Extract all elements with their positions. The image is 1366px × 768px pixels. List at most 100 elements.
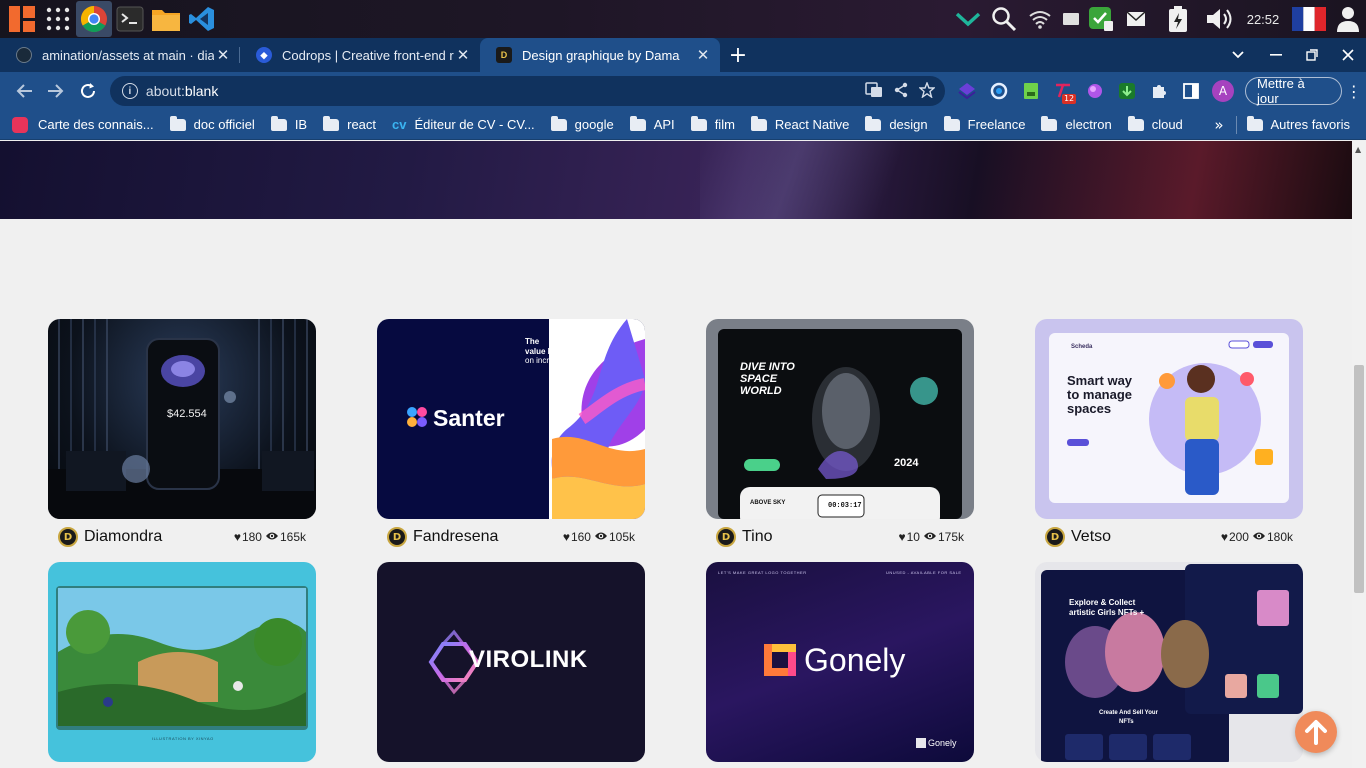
minimize-icon[interactable] xyxy=(1258,38,1294,72)
author-avatar[interactable]: D xyxy=(387,527,407,547)
bookmark-folder-cloud[interactable]: cloud xyxy=(1127,115,1183,132)
mail-icon[interactable] xyxy=(1118,0,1154,38)
files-icon[interactable] xyxy=(148,1,184,37)
launcher-icon[interactable] xyxy=(4,1,40,37)
bookmark-folder-react-native[interactable]: React Native xyxy=(750,115,849,132)
card-thumbnail[interactable]: LET'S MAKE GREAT LOGO TOGETHER UNUSED - … xyxy=(706,562,974,762)
search-icon[interactable] xyxy=(986,0,1022,38)
battery-icon[interactable] xyxy=(1058,0,1084,38)
gallery-card[interactable]: $42.554 D Diamondra ♥ 180 165k xyxy=(48,319,316,562)
close-icon[interactable]: ✕ xyxy=(694,46,712,64)
bookmark-carte[interactable]: Carte des connais... xyxy=(12,116,154,133)
bookmark-folder-film[interactable]: film xyxy=(690,115,735,132)
gallery-card[interactable]: Scheda Smart way to manage spaces D Vets… xyxy=(1035,319,1303,562)
side-panel-icon[interactable] xyxy=(1175,75,1207,107)
reload-button[interactable] xyxy=(72,75,104,107)
heart-icon[interactable]: ♥ xyxy=(1221,530,1228,544)
folder-icon xyxy=(865,115,882,131)
page-scrollbar[interactable]: ▲ xyxy=(1352,141,1366,768)
translate-icon[interactable] xyxy=(865,81,883,101)
extension-sheet-icon[interactable] xyxy=(1015,75,1047,107)
card-thumbnail[interactable]: Scheda Smart way to manage spaces xyxy=(1035,319,1303,519)
bookmark-editeur-cv[interactable]: cv Éditeur de CV - CV... xyxy=(392,117,535,132)
bookmark-folder-design[interactable]: design xyxy=(865,115,928,132)
bookmark-star-icon[interactable] xyxy=(918,80,937,101)
bookmark-label: cloud xyxy=(1151,117,1183,132)
bookmark-folder-google[interactable]: google xyxy=(550,115,614,132)
gallery-card[interactable]: VIROLINK xyxy=(377,562,645,762)
author-avatar[interactable]: D xyxy=(716,527,736,547)
author-avatar[interactable]: D xyxy=(1045,527,1065,547)
extension-layers-icon[interactable] xyxy=(951,75,983,107)
app-grid-icon[interactable] xyxy=(40,1,76,37)
user-icon[interactable] xyxy=(1330,0,1366,38)
extension-download-icon[interactable] xyxy=(1111,75,1143,107)
terminal-icon[interactable] xyxy=(112,1,148,37)
bookmark-folder-ib[interactable]: IB xyxy=(270,115,307,132)
tab-codrops[interactable]: ◆ Codrops | Creative front-end re ✕ xyxy=(240,38,480,72)
arrow-up-icon xyxy=(1305,720,1327,745)
card-thumbnail[interactable]: $42.554 xyxy=(48,319,316,519)
chrome-icon[interactable] xyxy=(76,1,112,37)
close-icon[interactable]: ✕ xyxy=(454,46,472,64)
vscode-icon[interactable] xyxy=(184,1,220,37)
bookmark-folder-doc-officiel[interactable]: doc officiel xyxy=(169,115,255,132)
close-window-icon[interactable] xyxy=(1330,38,1366,72)
extension-blob-icon[interactable] xyxy=(1079,75,1111,107)
artwork-headline-2: artistic Girls NFTs + xyxy=(1069,608,1145,617)
wifi-icon[interactable] xyxy=(1022,0,1058,38)
gallery-card[interactable]: DIVE INTO SPACE WORLD 2024 ABOVE SKY 00:… xyxy=(706,319,974,562)
bookmark-folder-api[interactable]: API xyxy=(629,115,675,132)
likes-count: 160 xyxy=(570,530,591,544)
bookmark-folder-freelance[interactable]: Freelance xyxy=(943,115,1025,132)
bookmarks-overflow-button[interactable]: » xyxy=(1214,116,1223,134)
author-name[interactable]: Vetso xyxy=(1071,528,1111,546)
scrollbar-thumb[interactable] xyxy=(1354,365,1364,593)
volume-icon[interactable] xyxy=(1202,0,1238,38)
card-thumbnail[interactable]: ILLUSTRATION BY XINYAO xyxy=(48,562,316,762)
card-thumbnail[interactable]: VIROLINK xyxy=(377,562,645,762)
clock[interactable]: 22:52 xyxy=(1238,12,1288,27)
gallery-card[interactable]: Santer The value keeps on increasing D F… xyxy=(377,319,645,562)
scroll-up-icon[interactable]: ▲ xyxy=(1355,145,1361,154)
restore-icon[interactable] xyxy=(1294,38,1330,72)
forward-button[interactable] xyxy=(40,75,72,107)
card-thumbnail[interactable]: Santer The value keeps on increasing xyxy=(377,319,645,519)
tab-github[interactable]: amination/assets at main · diam ✕ xyxy=(0,38,240,72)
site-info-icon[interactable]: i xyxy=(121,83,138,99)
card-thumbnail[interactable]: DIVE INTO SPACE WORLD 2024 ABOVE SKY 00:… xyxy=(706,319,974,519)
gallery-card[interactable]: ILLUSTRATION BY XINYAO xyxy=(48,562,316,762)
author-name[interactable]: Tino xyxy=(742,528,773,546)
back-button[interactable] xyxy=(8,75,40,107)
power-icon[interactable] xyxy=(1154,0,1202,38)
author-name[interactable]: Fandresena xyxy=(413,528,498,546)
scroll-to-top-button[interactable] xyxy=(1295,711,1337,753)
author-name[interactable]: Diamondra xyxy=(84,528,162,546)
share-icon[interactable] xyxy=(893,82,909,101)
profile-avatar[interactable]: A xyxy=(1207,75,1239,107)
update-button[interactable]: Mettre à jour xyxy=(1245,76,1342,106)
extension-sync-icon[interactable] xyxy=(983,75,1015,107)
heart-icon[interactable]: ♥ xyxy=(898,530,905,544)
extension-badge-icon[interactable]: 12 xyxy=(1047,75,1079,107)
tab-design-graphique[interactable]: D Design graphique by Dama ✕ xyxy=(480,38,720,72)
close-icon[interactable]: ✕ xyxy=(214,46,232,64)
flag-icon[interactable] xyxy=(1288,0,1330,38)
bookmark-folder-other[interactable]: Autres favoris xyxy=(1246,115,1350,132)
heart-icon[interactable]: ♥ xyxy=(234,530,241,544)
chevron-down-icon[interactable] xyxy=(950,0,986,38)
gallery-card[interactable]: LET'S MAKE GREAT LOGO TOGETHER UNUSED - … xyxy=(706,562,974,762)
gallery-card[interactable]: Explore & Collect artistic Girls NFTs + … xyxy=(1035,562,1303,762)
extensions-puzzle-icon[interactable] xyxy=(1143,75,1175,107)
bookmark-folder-react[interactable]: react xyxy=(323,115,376,132)
author-avatar[interactable]: D xyxy=(58,527,78,547)
card-thumbnail[interactable]: Explore & Collect artistic Girls NFTs + … xyxy=(1035,562,1303,762)
bookmark-folder-electron[interactable]: electron xyxy=(1041,115,1112,132)
new-tab-button[interactable]: + xyxy=(720,38,756,72)
menu-icon[interactable]: ⋮ xyxy=(1342,75,1366,107)
address-bar[interactable]: i about: blank xyxy=(109,76,946,106)
tab-search-icon[interactable] xyxy=(1220,38,1256,72)
update-icon[interactable] xyxy=(1084,0,1118,38)
bookmark-label: Éditeur de CV - CV... xyxy=(414,117,535,132)
heart-icon[interactable]: ♥ xyxy=(563,530,570,544)
